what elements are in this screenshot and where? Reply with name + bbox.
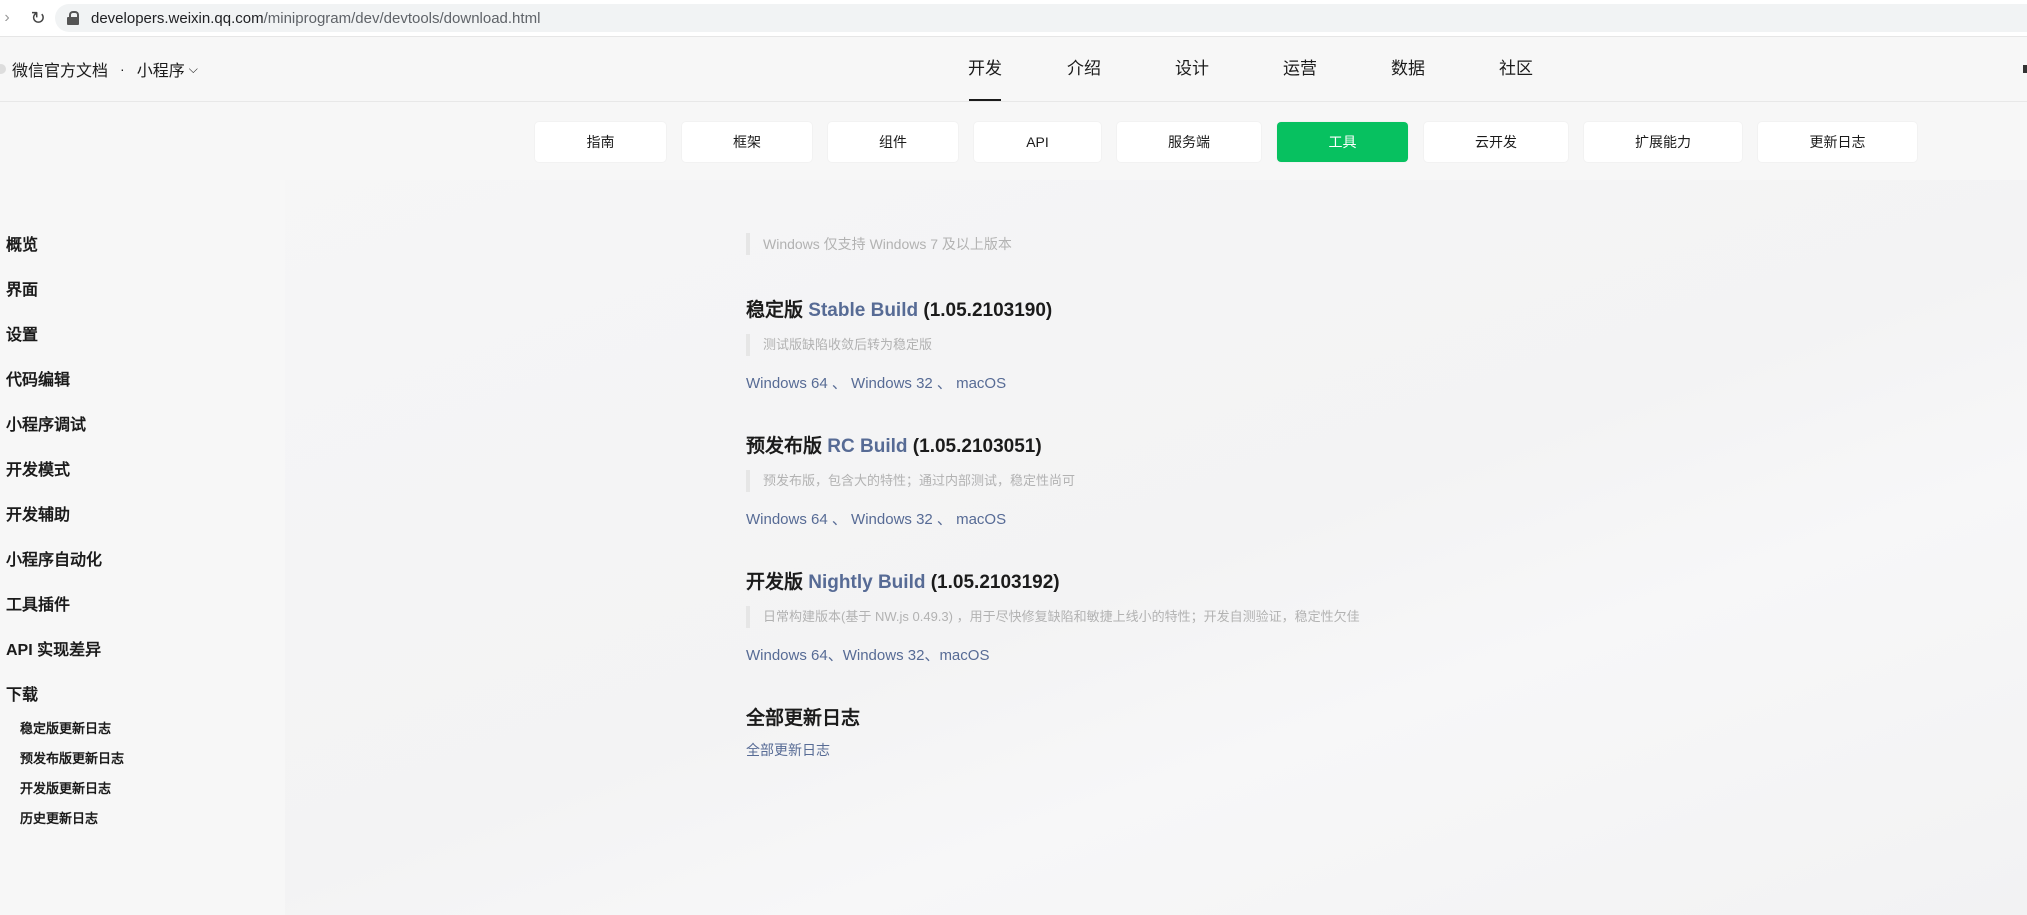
rc-note: 预发布版，包含大的特性；通过内部测试，稳定性尚可: [746, 470, 1075, 492]
url-host: developers.weixin.qq.com: [91, 9, 264, 27]
url-path: /miniprogram/dev/devtools/download.html: [263, 9, 541, 27]
stable-heading: 稳定版 Stable Build (1.05.2103190): [746, 295, 1052, 322]
rc-prefix: 预发布版: [746, 436, 823, 457]
link-separator: 、: [827, 511, 852, 528]
tab-components[interactable]: 组件: [828, 122, 958, 162]
nightly-build-name: Nightly Build: [808, 572, 926, 593]
tab-api[interactable]: API: [974, 122, 1101, 162]
sidebar-subitem-nightly-log[interactable]: 开发版更新日志: [20, 778, 111, 797]
nav-item-operations[interactable]: 运营: [1246, 37, 1354, 101]
rc-links: Windows 64 、 Windows 32 、 macOS: [746, 508, 1006, 529]
sidebar-subitem-stable-log[interactable]: 稳定版更新日志: [20, 718, 111, 737]
nightly-links: Windows 64、Windows 32、macOS: [746, 644, 989, 665]
sidebar-item-download[interactable]: 下载: [6, 681, 38, 705]
nightly-link-macos[interactable]: macOS: [939, 647, 989, 664]
url-bar[interactable]: developers.weixin.qq.com/miniprogram/dev…: [55, 4, 2027, 32]
link-separator: 、: [827, 647, 843, 664]
sub-nav: 指南 框架 组件 API 服务端 工具 云开发 扩展能力 更新日志: [0, 102, 2027, 180]
windows-note: Windows 仅支持 Windows 7 及以上版本: [746, 233, 1012, 255]
rc-heading: 预发布版 RC Build (1.05.2103051): [746, 431, 1042, 458]
sidebar-item-debugging[interactable]: 小程序调试: [6, 411, 86, 435]
browser-address-bar: › ↻ developers.weixin.qq.com/miniprogram…: [0, 0, 2027, 37]
rc-link-win32[interactable]: Windows 32: [851, 511, 933, 528]
sidebar-item-api-diff[interactable]: API 实现差异: [6, 636, 101, 660]
tab-cloud[interactable]: 云开发: [1424, 122, 1568, 162]
lock-icon[interactable]: [67, 11, 79, 25]
tab-guide[interactable]: 指南: [535, 122, 666, 162]
all-changelog-link[interactable]: 全部更新日志: [746, 740, 830, 760]
chevron-down-icon[interactable]: ⌵: [189, 62, 198, 77]
sidebar-item-overview[interactable]: 概览: [6, 231, 38, 255]
sidebar-item-automation[interactable]: 小程序自动化: [6, 546, 102, 570]
sidebar: 概览 界面 设置 代码编辑 小程序调试 开发模式 开发辅助 小程序自动化 工具插…: [0, 180, 285, 915]
nightly-version: (1.05.2103192): [930, 572, 1060, 593]
brand-title[interactable]: 微信官方文档: [12, 57, 108, 81]
back-arrow-icon[interactable]: ›: [0, 6, 14, 30]
sidebar-item-dev-mode[interactable]: 开发模式: [6, 456, 70, 480]
stable-link-macos[interactable]: macOS: [956, 375, 1006, 392]
tab-changelog[interactable]: 更新日志: [1758, 122, 1917, 162]
rc-version: (1.05.2103051): [912, 436, 1042, 457]
tab-tools[interactable]: 工具: [1277, 122, 1408, 162]
nightly-prefix: 开发版: [746, 572, 804, 593]
main-nav: 开发 介绍 设计 运营 数据 社区: [940, 37, 1570, 101]
sidebar-item-plugins[interactable]: 工具插件: [6, 591, 70, 615]
tab-server[interactable]: 服务端: [1117, 122, 1261, 162]
edge-mark: [2023, 65, 2027, 73]
nightly-heading: 开发版 Nightly Build (1.05.2103192): [746, 567, 1060, 594]
sidebar-item-settings[interactable]: 设置: [6, 321, 38, 345]
link-separator: 、: [827, 375, 852, 392]
nightly-link-win64[interactable]: Windows 64: [746, 647, 828, 664]
sidebar-subitem-history-log[interactable]: 历史更新日志: [20, 808, 98, 827]
stable-link-win64[interactable]: Windows 64: [746, 375, 828, 392]
sidebar-subitem-rc-log[interactable]: 预发布版更新日志: [20, 748, 124, 767]
sidebar-item-dev-assist[interactable]: 开发辅助: [6, 501, 70, 525]
link-separator: 、: [924, 647, 940, 664]
rc-build-name: RC Build: [827, 436, 908, 457]
site-header: 微信官方文档 · 小程序 ⌵ 开发 介绍 设计 运营 数据 社区: [0, 37, 2027, 102]
all-changelog-heading: 全部更新日志: [746, 708, 861, 729]
url-text[interactable]: developers.weixin.qq.com/miniprogram/dev…: [91, 10, 540, 27]
nav-item-community[interactable]: 社区: [1462, 37, 1570, 101]
content-background: [0, 180, 2027, 915]
reload-icon[interactable]: ↻: [26, 6, 50, 30]
sidebar-item-code-editing[interactable]: 代码编辑: [6, 366, 70, 390]
stable-links: Windows 64 、 Windows 32 、 macOS: [746, 372, 1006, 393]
nightly-link-win32[interactable]: Windows 32: [843, 647, 925, 664]
link-separator: 、: [932, 375, 957, 392]
brand-separator: ·: [120, 61, 125, 77]
sidebar-item-interface[interactable]: 界面: [6, 276, 38, 300]
nightly-note: 日常构建版本(基于 NW.js 0.49.3) ，用于尽快修复缺陷和敏捷上线小的…: [746, 606, 1360, 628]
logo-icon: [0, 64, 6, 74]
product-switcher[interactable]: 小程序: [137, 57, 185, 81]
link-separator: 、: [932, 511, 957, 528]
brand: 微信官方文档 · 小程序 ⌵: [0, 57, 198, 81]
nav-item-develop[interactable]: 开发: [940, 37, 1030, 101]
stable-build-name: Stable Build: [808, 300, 919, 321]
nav-item-data[interactable]: 数据: [1354, 37, 1462, 101]
tab-framework[interactable]: 框架: [682, 122, 812, 162]
nav-item-intro[interactable]: 介绍: [1030, 37, 1138, 101]
stable-version: (1.05.2103190): [923, 300, 1053, 321]
stable-link-win32[interactable]: Windows 32: [851, 375, 933, 392]
tab-extensions[interactable]: 扩展能力: [1584, 122, 1742, 162]
stable-note: 测试版缺陷收敛后转为稳定版: [746, 334, 932, 356]
nav-item-design[interactable]: 设计: [1138, 37, 1246, 101]
stable-prefix: 稳定版: [746, 300, 804, 321]
rc-link-macos[interactable]: macOS: [956, 511, 1006, 528]
browser-nav-buttons: › ↻: [0, 6, 50, 30]
rc-link-win64[interactable]: Windows 64: [746, 511, 828, 528]
